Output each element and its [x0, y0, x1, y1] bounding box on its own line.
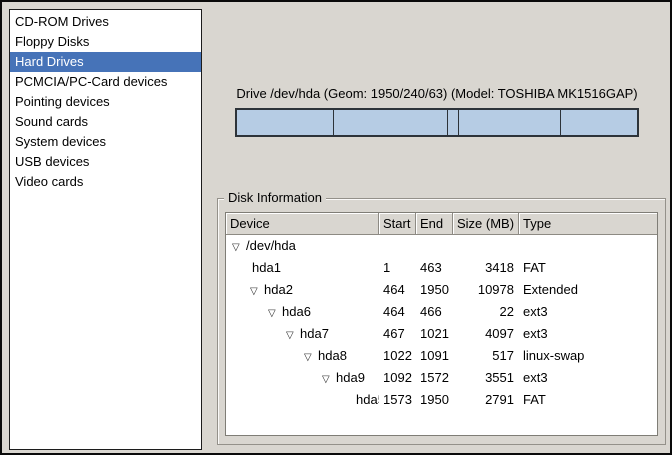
hardware-browser-window: CD-ROM DrivesFloppy DisksHard DrivesPCMC…: [0, 0, 672, 455]
table-row-hda6[interactable]: ▽hda646446622ext3: [226, 301, 657, 323]
table-row-hda1[interactable]: hda1 14633418FAT: [226, 257, 657, 279]
cell-device: ▽hda9: [226, 367, 379, 389]
cell-type: Extended: [519, 279, 657, 301]
cell-start: 467: [379, 323, 416, 345]
device-name: hda8: [318, 348, 347, 363]
cell-start: 1573: [379, 389, 416, 411]
device-name: /dev/hda: [246, 238, 296, 253]
partition-segment-hda5: [561, 110, 637, 135]
sidebar-item-pcmcia-pc-card-devices[interactable]: PCMCIA/PC-Card devices: [10, 72, 201, 92]
cell-type: ext3: [519, 367, 657, 389]
cell-device: ▽hda6: [226, 301, 379, 323]
cell-start: [379, 235, 416, 257]
cell-type: ext3: [519, 323, 657, 345]
column-header-start[interactable]: Start: [379, 213, 416, 234]
cell-end: 1021: [416, 323, 453, 345]
table-row-hda7[interactable]: ▽hda746710214097ext3: [226, 323, 657, 345]
cell-device: ▽hda2: [226, 279, 379, 301]
column-header-size-mb[interactable]: Size (MB): [453, 213, 519, 234]
partition-segment-hda9: [459, 110, 561, 135]
partition-segment-hda7: [334, 110, 448, 135]
cell-device: ▽/dev/hda: [226, 235, 379, 257]
partition-segment-hda1: [237, 110, 334, 135]
device-name: hda1: [252, 260, 281, 275]
partition-segment-hda8: [448, 110, 459, 135]
disk-table: DeviceStartEndSize (MB)Type ▽/dev/hdahda…: [225, 212, 658, 436]
cell-end: 1091: [416, 345, 453, 367]
table-row-hda8[interactable]: ▽hda810221091517linux-swap: [226, 345, 657, 367]
cell-size: 22: [453, 301, 519, 323]
disk-information-frame: Disk Information DeviceStartEndSize (MB)…: [217, 198, 666, 445]
disk-table-body: ▽/dev/hdahda114633418FAT▽hda246419501097…: [226, 235, 657, 435]
sidebar-item-usb-devices[interactable]: USB devices: [10, 152, 201, 172]
cell-type: linux-swap: [519, 345, 657, 367]
disk-table-header: DeviceStartEndSize (MB)Type: [226, 213, 657, 235]
column-header-type[interactable]: Type: [519, 213, 657, 234]
sidebar-item-system-devices[interactable]: System devices: [10, 132, 201, 152]
sidebar-item-video-cards[interactable]: Video cards: [10, 172, 201, 192]
device-category-list: CD-ROM DrivesFloppy DisksHard DrivesPCMC…: [9, 9, 202, 450]
tree-expander-icon[interactable]: ▽: [304, 347, 318, 367]
cell-size: 4097: [453, 323, 519, 345]
cell-end: 466: [416, 301, 453, 323]
table-row-hda5[interactable]: hda5157319502791FAT: [226, 389, 657, 411]
sidebar-item-hard-drives[interactable]: Hard Drives: [10, 52, 201, 72]
tree-expander-icon[interactable]: ▽: [232, 237, 246, 257]
table-row-dev-hda[interactable]: ▽/dev/hda: [226, 235, 657, 257]
cell-size: [453, 235, 519, 257]
device-name: hda7: [300, 326, 329, 341]
cell-start: 1022: [379, 345, 416, 367]
drive-info-label: Drive /dev/hda (Geom: 1950/240/63) (Mode…: [227, 86, 647, 101]
device-name: hda6: [282, 304, 311, 319]
drive-partition-bar: [235, 108, 639, 137]
cell-start: 464: [379, 279, 416, 301]
table-row-hda2[interactable]: ▽hda2464195010978Extended: [226, 279, 657, 301]
sidebar-item-floppy-disks[interactable]: Floppy Disks: [10, 32, 201, 52]
cell-device: ▽hda7: [226, 323, 379, 345]
sidebar-item-sound-cards[interactable]: Sound cards: [10, 112, 201, 132]
cell-size: 517: [453, 345, 519, 367]
cell-start: 464: [379, 301, 416, 323]
column-header-end[interactable]: End: [416, 213, 453, 234]
sidebar-item-pointing-devices[interactable]: Pointing devices: [10, 92, 201, 112]
tree-expander-icon[interactable]: ▽: [322, 369, 336, 389]
cell-start: 1092: [379, 367, 416, 389]
column-header-device[interactable]: Device: [226, 213, 379, 234]
cell-device: ▽hda8: [226, 345, 379, 367]
cell-size: 3418: [453, 257, 519, 279]
cell-end: 1950: [416, 279, 453, 301]
sidebar-item-cd-rom-drives[interactable]: CD-ROM Drives: [10, 12, 201, 32]
cell-size: 10978: [453, 279, 519, 301]
cell-end: 463: [416, 257, 453, 279]
cell-type: [519, 235, 657, 257]
tree-expander-icon[interactable]: ▽: [250, 281, 264, 301]
cell-device: hda1: [226, 257, 379, 279]
tree-expander-icon[interactable]: ▽: [268, 303, 282, 323]
cell-size: 2791: [453, 389, 519, 411]
cell-size: 3551: [453, 367, 519, 389]
cell-device: hda5: [226, 389, 379, 411]
device-name: hda9: [336, 370, 365, 385]
frame-title: Disk Information: [224, 190, 326, 206]
cell-end: [416, 235, 453, 257]
cell-end: 1572: [416, 367, 453, 389]
cell-end: 1950: [416, 389, 453, 411]
cell-type: FAT: [519, 257, 657, 279]
table-row-hda9[interactable]: ▽hda9109215723551ext3: [226, 367, 657, 389]
tree-expander-icon[interactable]: ▽: [286, 325, 300, 345]
device-name: hda2: [264, 282, 293, 297]
cell-start: 1: [379, 257, 416, 279]
cell-type: ext3: [519, 301, 657, 323]
device-name: hda5: [356, 392, 379, 407]
cell-type: FAT: [519, 389, 657, 411]
